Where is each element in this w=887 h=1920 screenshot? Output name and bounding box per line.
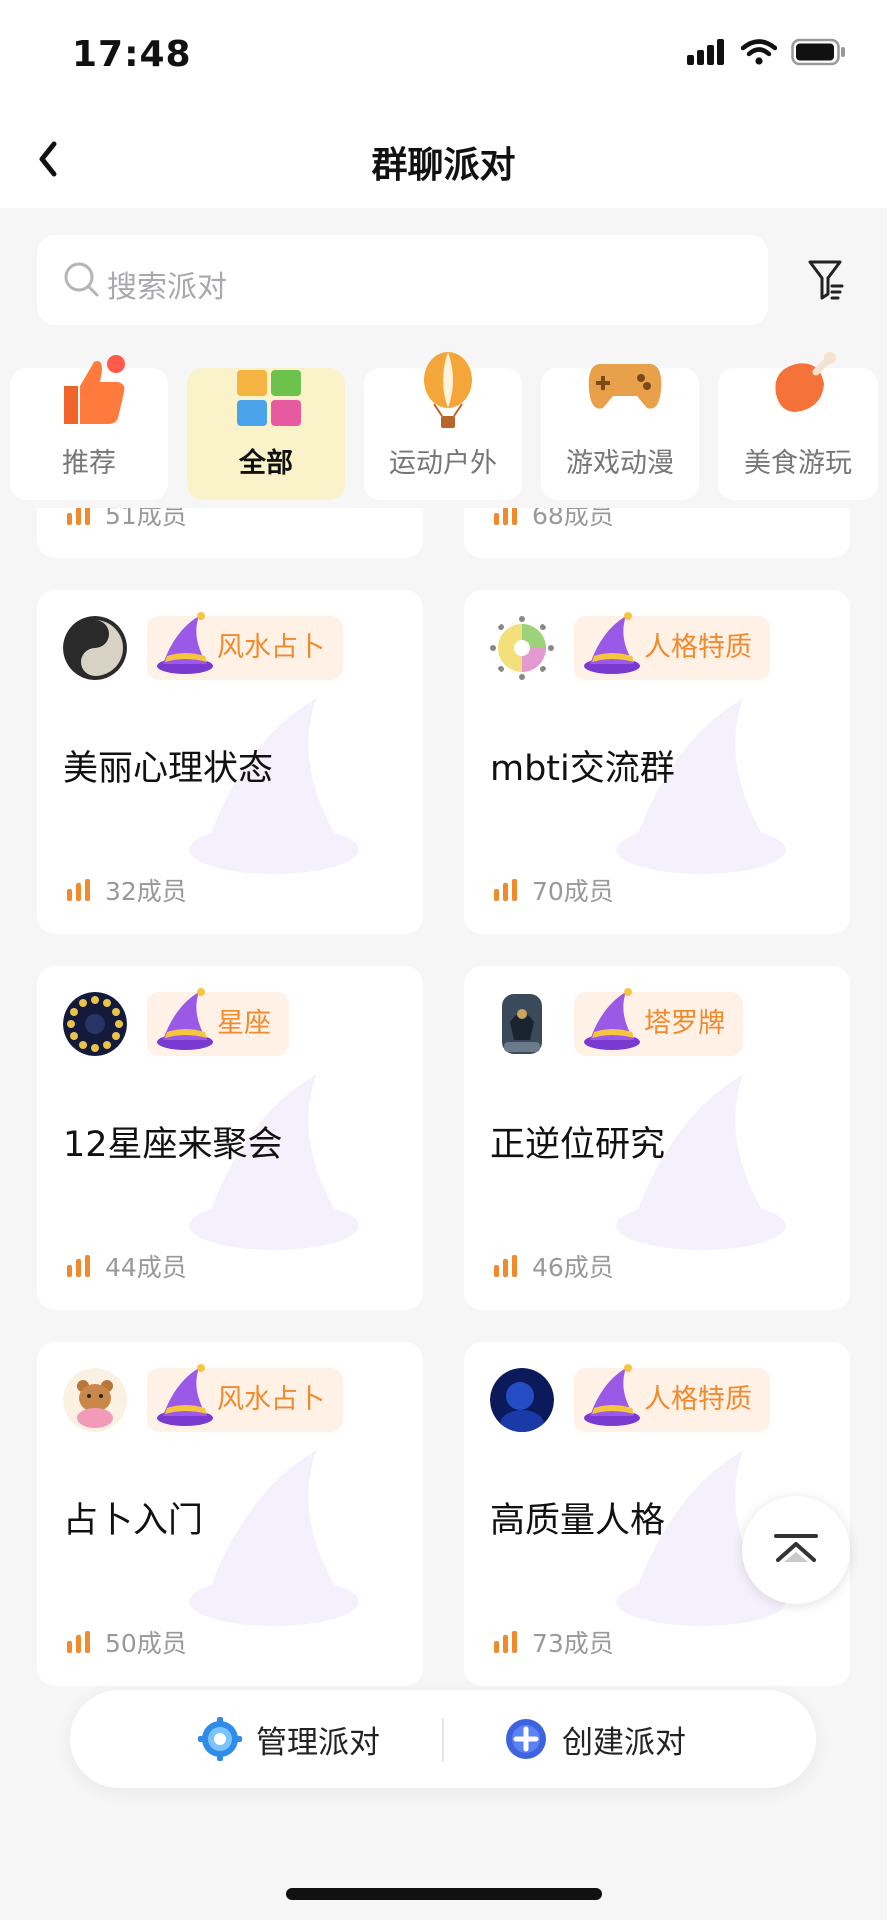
party-title: 正逆位研究 <box>490 1125 666 1165</box>
member-count-text: 46成员 <box>532 1253 614 1282</box>
wifi-icon <box>741 39 777 65</box>
gear-icon <box>198 1717 242 1761</box>
party-title: 美丽心理状态 <box>63 749 274 789</box>
category-tag: 风水占卜 <box>147 1364 343 1432</box>
status-bar: 17:48 <box>0 0 887 110</box>
hot-air-balloon-icon <box>424 352 472 428</box>
wizard-hat-icon <box>157 1364 213 1426</box>
group-avatar <box>63 1368 127 1432</box>
category-tag: 星座 <box>147 988 289 1056</box>
search-icon <box>64 262 99 297</box>
home-indicator <box>286 1888 602 1900</box>
divider <box>442 1718 444 1762</box>
category-tag: 人格特质 <box>574 612 770 680</box>
battery-icon <box>791 38 845 66</box>
wizard-hat-icon <box>584 988 640 1050</box>
member-count: 73成员 <box>494 1624 614 1660</box>
manage-party-label: 管理派对 <box>256 1724 380 1761</box>
party-title: 12星座来聚会 <box>63 1125 283 1165</box>
category-label: 全部 <box>239 448 293 479</box>
category-tag-label: 风水占卜 <box>217 1384 325 1415</box>
search-placeholder: 搜索派对 <box>107 270 227 305</box>
status-time: 17:48 <box>72 34 192 75</box>
filter-icon[interactable] <box>806 258 846 302</box>
member-count-text: 32成员 <box>105 877 187 906</box>
category-games[interactable]: 游戏动漫 <box>541 364 699 500</box>
bar-chart-icon <box>494 1255 517 1277</box>
category-label: 游戏动漫 <box>566 448 674 479</box>
category-all[interactable]: 全部 <box>187 368 345 500</box>
puzzle-icon <box>237 370 301 426</box>
group-avatar <box>490 1368 554 1432</box>
page-title: 群聊派对 <box>371 145 516 186</box>
meat-leg-icon <box>775 352 836 412</box>
search-input[interactable]: 搜索派对 <box>37 235 768 325</box>
category-tag-label: 人格特质 <box>644 1384 752 1415</box>
category-label: 运动户外 <box>389 448 497 479</box>
category-tag-label: 塔罗牌 <box>644 1008 725 1039</box>
member-count-text: 73成员 <box>532 1629 614 1658</box>
member-count: 32成员 <box>67 872 187 908</box>
party-card[interactable]: 塔罗牌正逆位研究 46成员 <box>464 966 850 1310</box>
plus-circle-icon <box>506 1719 546 1759</box>
scroll-to-top-button[interactable] <box>742 1496 850 1604</box>
member-count: 50成员 <box>67 1624 187 1660</box>
group-avatar <box>63 992 127 1056</box>
status-icons <box>687 38 847 66</box>
category-tag-label: 星座 <box>217 1008 271 1039</box>
signal-icon <box>687 39 724 65</box>
group-avatar <box>490 616 554 680</box>
category-outdoor[interactable]: 运动户外 <box>364 352 522 500</box>
bottom-action-bar: 管理派对 创建派对 <box>70 1690 816 1788</box>
member-count: 70成员 <box>494 872 614 908</box>
party-card[interactable]: 人格特质 mbti交流群 70成员 <box>464 590 850 934</box>
group-avatar <box>490 992 554 1056</box>
create-party-label: 创建派对 <box>562 1724 686 1761</box>
bar-chart-icon <box>67 1631 90 1653</box>
party-title: 占卜入门 <box>63 1501 204 1541</box>
bar-chart-icon <box>494 879 517 901</box>
category-label: 推荐 <box>62 448 116 479</box>
category-bar: 推荐 全部 运动户外 游戏动漫 美食游玩 <box>0 338 887 508</box>
manage-party-button[interactable]: 管理派对 <box>198 1690 380 1788</box>
wizard-hat-icon <box>584 612 640 674</box>
category-label: 美食游玩 <box>744 448 852 479</box>
category-tag: 人格特质 <box>574 1364 770 1432</box>
wizard-hat-icon <box>157 988 213 1050</box>
bar-chart-icon <box>494 1631 517 1653</box>
party-title: mbti交流群 <box>490 749 675 789</box>
category-tag: 塔罗牌 <box>574 988 743 1056</box>
nav-bar: 群聊派对 <box>0 110 887 208</box>
member-count: 44成员 <box>67 1248 187 1284</box>
category-food[interactable]: 美食游玩 <box>718 352 878 500</box>
party-card[interactable]: 风水占卜占卜入门 50成员 <box>37 1342 423 1686</box>
member-count-text: 50成员 <box>105 1629 187 1658</box>
party-title: 高质量人格 <box>490 1501 666 1541</box>
thumbs-up-icon <box>64 355 125 424</box>
member-count-text: 44成员 <box>105 1253 187 1282</box>
member-count-text: 70成员 <box>532 877 614 906</box>
category-tag-label: 人格特质 <box>644 632 752 663</box>
member-count: 46成员 <box>494 1248 614 1284</box>
create-party-button[interactable]: 创建派对 <box>504 1690 686 1788</box>
bar-chart-icon <box>67 879 90 901</box>
bar-chart-icon <box>67 1255 90 1277</box>
party-card[interactable]: 星座 12星座来聚会 44成员 <box>37 966 423 1310</box>
wizard-hat-icon <box>157 612 213 674</box>
arrow-up-icon <box>774 1534 818 1562</box>
gamepad-icon <box>588 364 662 409</box>
wizard-hat-icon <box>584 1364 640 1426</box>
party-card[interactable]: 风水占卜美丽心理状态 32成员 <box>37 590 423 934</box>
group-avatar <box>63 616 127 680</box>
category-tag-label: 风水占卜 <box>217 632 325 663</box>
category-tag: 风水占卜 <box>147 612 343 680</box>
category-recommend[interactable]: 推荐 <box>10 355 168 500</box>
